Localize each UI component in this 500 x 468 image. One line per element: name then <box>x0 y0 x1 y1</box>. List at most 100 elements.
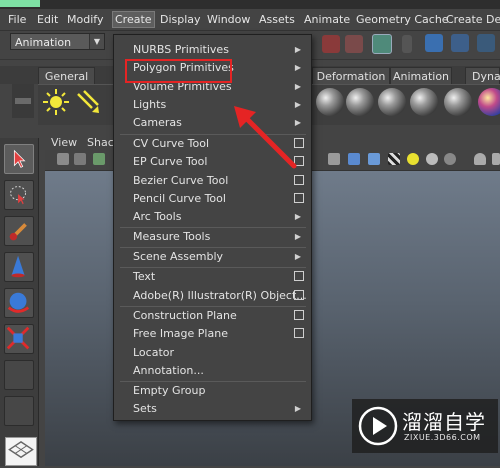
sun-light-icon[interactable] <box>42 88 70 116</box>
option-box-icon[interactable] <box>294 310 304 320</box>
ramp-shader-icon[interactable] <box>478 88 500 116</box>
shelf-tab-animation[interactable]: Animation <box>390 67 452 84</box>
menu-edit[interactable]: Edit <box>35 12 60 27</box>
menu-item-scene-assembly[interactable]: Scene Assembly ▶ <box>114 248 311 266</box>
select-by-hierarchy-icon[interactable] <box>322 35 340 53</box>
paint-brush-icon <box>9 223 27 241</box>
lasso-tool-button[interactable] <box>4 180 34 210</box>
use-all-lights-icon[interactable] <box>407 153 419 165</box>
submenu-arrow-icon: ▶ <box>294 252 301 261</box>
scale-tool-button[interactable] <box>4 324 34 354</box>
material-sphere-icon[interactable] <box>316 88 344 116</box>
menu-item-construction-plane[interactable]: Construction Plane <box>114 307 311 325</box>
option-box-icon[interactable] <box>294 271 304 281</box>
option-box-icon[interactable] <box>294 193 304 203</box>
option-box-icon[interactable] <box>294 175 304 185</box>
material-sphere-icon[interactable] <box>444 88 472 116</box>
menu-create-deformers[interactable]: Create Defor <box>444 12 500 27</box>
paint-select-tool-button[interactable] <box>4 216 34 246</box>
rotate-tool-button[interactable] <box>4 288 34 318</box>
last-tool-button[interactable] <box>4 360 34 390</box>
menu-item-text[interactable]: Text <box>114 268 311 286</box>
option-box-icon[interactable] <box>294 290 304 300</box>
menu-geometry-cache[interactable]: Geometry Cache <box>354 12 451 27</box>
ambient-occlusion-icon[interactable] <box>444 153 456 165</box>
wireframe-icon[interactable] <box>328 153 340 165</box>
menu-item-annotation[interactable]: Annotation... <box>114 362 311 380</box>
select-by-object-icon[interactable] <box>345 35 363 53</box>
smooth-shade-icon[interactable] <box>348 153 360 165</box>
menu-item-label: EP Curve Tool <box>133 155 208 168</box>
menu-create[interactable]: Create <box>112 11 155 28</box>
menu-item-pencil-curve-tool[interactable]: Pencil Curve Tool <box>114 190 311 208</box>
shelf-menu-icon[interactable] <box>15 98 31 104</box>
menu-file[interactable]: File <box>6 12 28 27</box>
chevron-down-icon[interactable]: ▼ <box>89 34 104 49</box>
menu-set-select[interactable]: Animation ▼ <box>10 33 105 50</box>
select-tool-button[interactable] <box>4 144 34 174</box>
menu-item-bezier-curve-tool[interactable]: Bezier Curve Tool <box>114 172 311 190</box>
shelf-tab-general[interactable]: General <box>38 67 95 84</box>
shadows-icon[interactable] <box>426 153 438 165</box>
shelf-tab-dynamics[interactable]: Dyna <box>465 67 500 84</box>
move-cone-icon <box>11 255 25 278</box>
menu-item-locator[interactable]: Locator <box>114 344 311 362</box>
menu-item-label: CV Curve Tool <box>133 137 210 150</box>
menu-item-label: Scene Assembly <box>133 250 224 263</box>
empty-tool-button[interactable] <box>4 396 34 426</box>
camera-attributes-icon[interactable] <box>74 153 86 165</box>
material-sphere-icon[interactable] <box>378 88 406 116</box>
menu-item-label: Bezier Curve Tool <box>133 174 229 187</box>
lasso-icon <box>10 186 26 205</box>
menu-item-label: Lights <box>133 98 167 111</box>
layout-preset-button[interactable] <box>5 437 37 466</box>
checker-texture-icon[interactable] <box>388 153 400 165</box>
snap-point-icon[interactable] <box>477 34 495 52</box>
move-tool-button[interactable] <box>4 252 34 282</box>
option-box-icon[interactable] <box>294 328 304 338</box>
menu-item-sets[interactable]: Sets ▶ <box>114 400 311 418</box>
layout-grid-icon <box>8 440 34 459</box>
shelf-tab-deformation[interactable]: Deformation <box>312 67 390 84</box>
submenu-arrow-icon: ▶ <box>294 232 301 241</box>
title-accent <box>0 0 40 7</box>
menu-item-empty-group[interactable]: Empty Group <box>114 382 311 400</box>
scale-cube-icon <box>6 326 30 350</box>
menu-item-label: Adobe(R) Illustrator(R) Object... <box>133 289 307 302</box>
menu-item-label: Arc Tools <box>133 210 182 223</box>
menu-item-label: Sets <box>133 402 157 415</box>
directional-light-icon[interactable] <box>74 88 102 116</box>
menu-item-arc-tools[interactable]: Arc Tools ▶ <box>114 208 311 226</box>
menu-modify[interactable]: Modify <box>65 12 105 27</box>
title-strip <box>0 0 500 9</box>
menu-item-label: Measure Tools <box>133 230 211 243</box>
material-sphere-icon[interactable] <box>346 88 374 116</box>
snap-curve-icon[interactable] <box>451 34 469 52</box>
select-camera-icon[interactable] <box>57 153 69 165</box>
separator-icon <box>402 35 412 53</box>
menu-window[interactable]: Window <box>205 12 252 27</box>
submenu-arrow-icon: ▶ <box>294 63 301 72</box>
xray-icon[interactable] <box>492 153 500 165</box>
bookmark-icon[interactable] <box>93 153 105 165</box>
menu-item-measure-tools[interactable]: Measure Tools ▶ <box>114 228 311 246</box>
material-sphere-icon[interactable] <box>410 88 438 116</box>
viewport-menu-shading[interactable]: Shac <box>87 136 114 149</box>
viewport-menu-view[interactable]: View <box>51 136 77 149</box>
submenu-arrow-icon: ▶ <box>294 212 301 221</box>
menu-item-nurbs-primitives[interactable]: NURBS Primitives ▶ <box>114 41 311 59</box>
menu-item-free-image-plane[interactable]: Free Image Plane <box>114 325 311 343</box>
select-by-component-icon[interactable] <box>372 34 392 54</box>
menu-item-label: Text <box>133 270 156 283</box>
menu-item-label: Cameras <box>133 116 182 129</box>
menu-item-label: Locator <box>133 346 175 359</box>
isolate-select-icon[interactable] <box>474 153 486 165</box>
menu-animate[interactable]: Animate <box>302 12 352 27</box>
snap-grid-icon[interactable] <box>425 34 443 52</box>
menu-display[interactable]: Display <box>158 12 203 27</box>
textured-icon[interactable] <box>368 153 380 165</box>
menu-set-value: Animation <box>15 36 72 49</box>
menu-item-label: Free Image Plane <box>133 327 228 340</box>
menu-item-adobe-illustrator-object[interactable]: Adobe(R) Illustrator(R) Object... <box>114 287 311 305</box>
menu-assets[interactable]: Assets <box>257 12 297 27</box>
